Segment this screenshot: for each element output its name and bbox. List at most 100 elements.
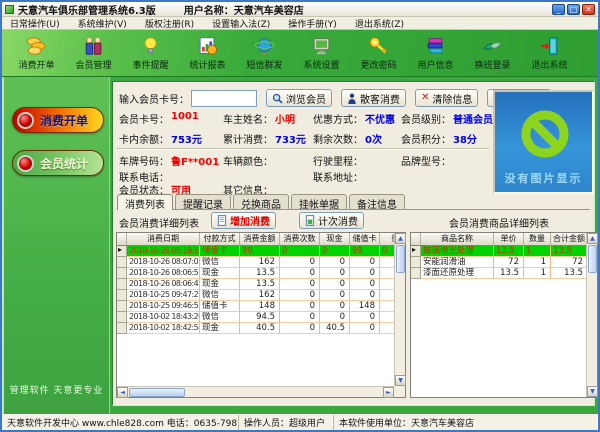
status-operator: 操作人员：超级用户 [239, 415, 334, 430]
row-selector [411, 268, 421, 279]
consumption-row[interactable]: 2018-10-26 08:06:41 现金 13.5 0 0 0 [117, 279, 394, 290]
scrollbar-thumb[interactable] [129, 388, 185, 397]
toolbar-button-exit[interactable]: 退出系统 [521, 35, 578, 71]
sidebar-button-member-stats[interactable]: 会员统计 [12, 150, 104, 176]
consumption-list-title: 会员消费详细列表 [119, 215, 199, 230]
tab[interactable]: 兑换商品 [233, 194, 289, 209]
minimize-button[interactable]: _ [552, 4, 565, 15]
scroll-up-icon[interactable]: ▲ [395, 233, 406, 244]
maximize-button[interactable]: □ [567, 4, 580, 15]
consumption-row[interactable]: 2018-10-02 18:42:58 现金 40.5 0 40.5 0 [117, 323, 394, 334]
toolbar-button-settings[interactable]: 系统设置 [293, 35, 350, 71]
no-image-text: 没有图片显示 [495, 170, 592, 186]
row-header [411, 233, 421, 246]
scroll-left-icon[interactable]: ◄ [117, 387, 128, 398]
consumption-row[interactable]: 2018-10-26 08:06:51 现金 13.5 0 0 0 [117, 268, 394, 279]
toolbar-button-consume[interactable]: 消费开单 [8, 35, 65, 71]
menu-item[interactable]: 操作手册(Y) [288, 17, 337, 30]
toolbar-button-shift[interactable]: 换班登录 [464, 35, 521, 71]
no-image-icon [519, 108, 571, 160]
scroll-up-icon[interactable]: ▲ [587, 233, 598, 244]
row-selector [411, 246, 421, 257]
count-consumption-button[interactable]: 计次消费 [299, 212, 364, 229]
toolbar: 消费开单 会员管理 事件提醒 统计报表 短信群发 系统设置 更改密码 用户信息 [2, 30, 598, 77]
toolbar-button-sms[interactable]: 短信群发 [236, 35, 293, 71]
row-header [117, 233, 127, 246]
person-icon [347, 93, 357, 104]
main-panel: 输入会员卡号： 浏览会员 散客消费 ✕ 清除信息 ✚ [112, 81, 595, 406]
product-table: 商品名称 单价 数量 合计金额 玻璃增光处理 13.5 [410, 232, 598, 398]
sidebar-button-consume[interactable]: 消费开单 [12, 107, 104, 133]
field-level: 会员级别：普通会员 [401, 111, 493, 126]
scroll-down-icon[interactable]: ▼ [395, 375, 406, 386]
toolbar-button-password[interactable]: 更改密码 [350, 35, 407, 71]
field-plate: 车牌号码：鲁F**001 [119, 153, 219, 168]
product-row[interactable]: 玻璃增光处理 13.5 1 13.5 [411, 246, 586, 257]
green-document-icon [305, 215, 315, 226]
tab[interactable]: 挂帐单据 [291, 194, 347, 209]
toolbar-button-reminder[interactable]: 事件提醒 [122, 35, 179, 71]
key-icon [366, 35, 391, 57]
horizontal-scrollbar[interactable]: ◄ ► [117, 386, 394, 397]
titlebar: 天意汽车俱乐部管理系统6.3版 用户名称：天意汽车美容店 _ □ ✕ [2, 2, 598, 17]
field-mileage: 行驶里程： [313, 153, 365, 168]
row-selector [117, 268, 127, 279]
menu-item[interactable]: 退出系统(Z) [355, 17, 404, 30]
product-row[interactable]: 安能润滑油 72 1 72 [411, 257, 586, 268]
toolbar-button-reports[interactable]: 统计报表 [179, 35, 236, 71]
field-discount: 优惠方式：不优惠 [313, 111, 395, 126]
scroll-down-icon[interactable]: ▼ [587, 386, 598, 397]
field-points: 会员积分：38分 [401, 131, 477, 146]
menu-item[interactable]: 日常操作(U) [10, 17, 60, 30]
field-total-spent: 累计消费：733元 [223, 131, 306, 146]
menu-item[interactable]: 设置输入法(Z) [212, 17, 270, 30]
vertical-scrollbar[interactable]: ▲ ▼ [586, 233, 597, 397]
product-row[interactable]: 漆面还原处理 13.5 1 13.5 [411, 268, 586, 279]
menu-item[interactable]: 系统维护(V) [78, 17, 127, 30]
consumption-row[interactable]: 2018-10-25 09:46:55 储值卡 148 0 0 148 [117, 301, 394, 312]
walkin-consume-button[interactable]: 散客消费 [341, 89, 406, 107]
menu-item[interactable]: 版权注册(R) [145, 17, 194, 30]
detail-tabs: 消费列表 提醒记录 兑换商品 挂帐单据 备注信息 [117, 194, 590, 210]
divider [117, 148, 489, 150]
close-button[interactable]: ✕ [582, 4, 595, 15]
scroll-right-icon[interactable]: ► [383, 387, 394, 398]
consumption-row[interactable]: 2018-10-02 18:43:20 微信 94.5 0 0 0 94.5 [117, 312, 394, 323]
consumption-row[interactable]: 2018-10-25 09:47:27 微信 162 0 0 0 162 [117, 290, 394, 301]
tab[interactable]: 备注信息 [349, 194, 405, 209]
row-selector [117, 312, 127, 323]
red-led-icon [17, 112, 34, 129]
scrollbar-thumb[interactable] [588, 245, 597, 273]
toolbar-button-members[interactable]: 会员管理 [65, 35, 122, 71]
member-photo-box: 没有图片显示 [493, 90, 594, 194]
window-title: 天意汽车俱乐部管理系统6.3版 [18, 2, 156, 17]
row-selector [117, 246, 127, 257]
consumption-row[interactable]: 2018-10-26 08:19:17 储值卡 99 0 0 99 0 [117, 246, 394, 257]
consumption-table: 消费日期 付款方式 消费金额 消费次数 现金 储值卡 微信 [116, 232, 406, 398]
field-address: 联系地址： [313, 169, 365, 184]
members-icon [81, 35, 106, 57]
field-brand: 品牌型号： [401, 153, 453, 168]
scrollbar-thumb[interactable] [396, 245, 405, 273]
tab[interactable]: 提醒记录 [175, 194, 231, 209]
sidebar-slogan: 管理软件 天意更专业 [4, 383, 109, 396]
tab[interactable]: 消费列表 [117, 194, 173, 210]
window-user-label: 用户名称：天意汽车美容店 [184, 2, 304, 17]
sidebar: 消费开单 会员统计 管理软件 天意更专业 [2, 77, 110, 414]
status-licensee: 本软件使用单位：天意汽车美容店 [334, 415, 598, 430]
vertical-scrollbar[interactable]: ▲ ▼ [394, 233, 405, 386]
card-input-label: 输入会员卡号： [119, 91, 189, 106]
field-balance: 卡内余额：753元 [119, 131, 202, 146]
toolbar-button-userinfo[interactable]: 用户信息 [407, 35, 464, 71]
statusbar: 天意软件开发中心 www.chle828.com 电话：0635-7987985… [2, 414, 598, 430]
coins-icon [24, 35, 49, 57]
scrollbar-corner [394, 386, 405, 397]
globe-icon [252, 35, 277, 57]
browse-members-button[interactable]: 浏览会员 [266, 89, 332, 107]
magnifier-icon [272, 93, 283, 104]
document-icon [217, 215, 227, 226]
add-consumption-button[interactable]: 增加消费 [211, 212, 276, 229]
clear-info-button[interactable]: ✕ 清除信息 [415, 89, 478, 107]
consumption-row[interactable]: 2018-10-26 08:07:07 微信 162 0 0 0 162 [117, 257, 394, 268]
card-number-input[interactable] [191, 90, 257, 107]
